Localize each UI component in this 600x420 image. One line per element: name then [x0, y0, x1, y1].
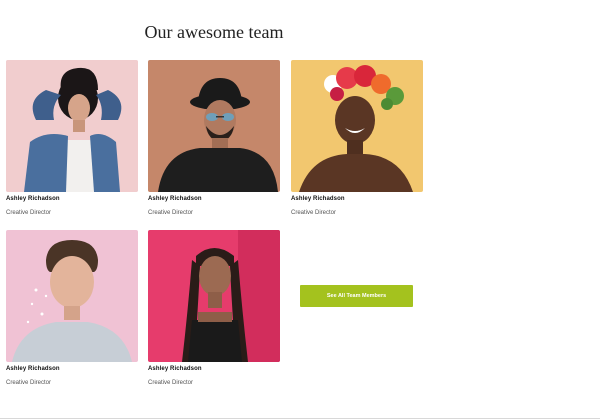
member-photo — [148, 230, 280, 362]
member-name: Ashley Richadson — [6, 366, 60, 372]
team-member-card[interactable]: Ashley Richadson Creative Director — [6, 60, 138, 216]
team-member-card[interactable]: Ashley Richadson Creative Director — [148, 60, 280, 216]
member-photo — [291, 60, 423, 192]
section-title: Our awesome team — [144, 22, 284, 42]
team-member-card[interactable]: Ashley Richadson Creative Director — [291, 60, 423, 216]
member-role: Creative Director — [148, 210, 194, 216]
member-name: Ashley Richadson — [291, 196, 345, 202]
member-name: Ashley Richadson — [148, 196, 202, 202]
see-all-team-members-button[interactable]: See All Team Members — [300, 285, 413, 307]
member-role: Creative Director — [291, 210, 337, 216]
member-photo — [6, 60, 138, 192]
member-name: Ashley Richadson — [6, 196, 60, 202]
team-member-card[interactable]: Ashley Richadson Creative Director — [6, 230, 138, 386]
member-role: Creative Director — [6, 380, 52, 386]
member-role: Creative Director — [6, 210, 52, 216]
member-photo — [148, 60, 280, 192]
team-member-card[interactable]: Ashley Richadson Creative Director — [148, 230, 280, 386]
member-photo — [6, 230, 138, 362]
section-divider — [0, 418, 600, 419]
member-role: Creative Director — [148, 380, 194, 386]
member-name: Ashley Richadson — [148, 366, 202, 372]
